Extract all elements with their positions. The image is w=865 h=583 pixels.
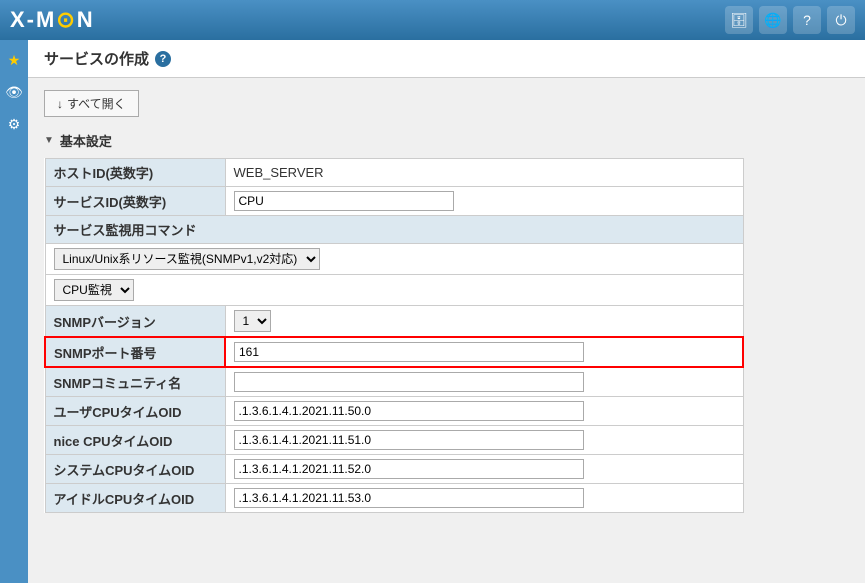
command-select2[interactable]: CPU監視 xyxy=(54,279,134,301)
command-label: サービス監視用コマンド xyxy=(45,216,743,244)
snmp-version-label: SNMPバージョン xyxy=(45,306,225,338)
sidebar-item-settings[interactable]: ⚙ xyxy=(2,112,26,136)
idle-cpu-label: アイドルCPUタイムOID xyxy=(45,484,225,513)
system-cpu-input[interactable] xyxy=(234,459,584,479)
question-icon[interactable]: ? xyxy=(793,6,821,34)
snmp-version-select[interactable]: 1 xyxy=(234,310,271,332)
snmp-community-row: SNMPコミュニティ名 xyxy=(45,367,743,397)
nice-cpu-value-cell xyxy=(225,426,743,455)
expand-all-button[interactable]: ↓ すべて開く xyxy=(44,90,139,117)
snmp-port-label: SNMPポート番号 xyxy=(45,337,225,367)
command-select2-row: CPU監視 xyxy=(45,275,743,306)
snmp-community-value-cell xyxy=(225,367,743,397)
logo-moon: ⊙ xyxy=(56,7,76,32)
section-header: ▼ 基本設定 xyxy=(44,131,849,150)
service-id-row: サービスID(英数字) xyxy=(45,187,743,216)
section-label: 基本設定 xyxy=(60,131,112,150)
idle-cpu-value-cell xyxy=(225,484,743,513)
command-select1-row: Linux/Unix系リソース監視(SNMPv1,v2対応) xyxy=(45,244,743,275)
snmp-port-row: SNMPポート番号 xyxy=(45,337,743,367)
help-icon[interactable]: ? xyxy=(155,51,171,67)
user-cpu-label: ユーザCPUタイムOID xyxy=(45,397,225,426)
host-id-row: ホストID(英数字) WEB_SERVER xyxy=(45,159,743,187)
idle-cpu-row: アイドルCPUタイムOID xyxy=(45,484,743,513)
nice-cpu-input[interactable] xyxy=(234,430,584,450)
content-area: ↓ すべて開く ▼ 基本設定 ホストID(英数字) WEB_SERVER xyxy=(28,78,865,535)
main-content: サービスの作成 ? ↓ すべて開く ▼ 基本設定 ホストID(英数字) xyxy=(28,40,865,583)
service-id-label: サービスID(英数字) xyxy=(45,187,225,216)
host-id-label: ホストID(英数字) xyxy=(45,159,225,187)
nice-cpu-label: nice CPUタイムOID xyxy=(45,426,225,455)
section-triangle-icon: ▼ xyxy=(44,135,54,146)
system-cpu-row: システムCPUタイムOID xyxy=(45,455,743,484)
page-title: サービスの作成 xyxy=(44,48,149,69)
expand-all-label: すべて開く xyxy=(67,95,126,112)
database-icon[interactable]: 🗄 xyxy=(725,6,753,34)
expand-arrow-icon: ↓ xyxy=(57,97,63,111)
basic-settings-section: ▼ 基本設定 ホストID(英数字) WEB_SERVER サービスID(英数字) xyxy=(44,131,849,513)
snmp-community-input[interactable] xyxy=(234,372,584,392)
host-id-value-cell: WEB_SERVER xyxy=(225,159,743,187)
host-id-value: WEB_SERVER xyxy=(234,165,324,180)
logo: X-M⊙N xyxy=(10,7,95,33)
logo-x: X-M xyxy=(10,7,56,32)
idle-cpu-input[interactable] xyxy=(234,488,584,508)
snmp-version-value-cell: 1 xyxy=(225,306,743,338)
form-table: ホストID(英数字) WEB_SERVER サービスID(英数字) xyxy=(44,158,744,513)
header: X-M⊙N 🗄 🌐 ? ⏻ xyxy=(0,0,865,40)
snmp-version-row: SNMPバージョン 1 xyxy=(45,306,743,338)
command-select2-cell: CPU監視 xyxy=(45,275,743,306)
sidebar-item-favorites[interactable]: ★ xyxy=(2,48,26,72)
snmp-port-value-cell xyxy=(225,337,743,367)
system-cpu-value-cell xyxy=(225,455,743,484)
user-cpu-input[interactable] xyxy=(234,401,584,421)
page-title-bar: サービスの作成 ? xyxy=(28,40,865,78)
command-select1-cell: Linux/Unix系リソース監視(SNMPv1,v2対応) xyxy=(45,244,743,275)
header-icons: 🗄 🌐 ? ⏻ xyxy=(725,6,855,34)
sidebar: ★ 👁 ⚙ xyxy=(0,40,28,583)
globe-icon[interactable]: 🌐 xyxy=(759,6,787,34)
command-select1[interactable]: Linux/Unix系リソース監視(SNMPv1,v2対応) xyxy=(54,248,320,270)
user-cpu-value-cell xyxy=(225,397,743,426)
layout: ★ 👁 ⚙ サービスの作成 ? ↓ すべて開く ▼ 基本設定 xyxy=(0,40,865,583)
user-cpu-row: ユーザCPUタイムOID xyxy=(45,397,743,426)
service-id-value-cell xyxy=(225,187,743,216)
command-label-row: サービス監視用コマンド xyxy=(45,216,743,244)
system-cpu-label: システムCPUタイムOID xyxy=(45,455,225,484)
logout-icon[interactable]: ⏻ xyxy=(827,6,855,34)
nice-cpu-row: nice CPUタイムOID xyxy=(45,426,743,455)
snmp-community-label: SNMPコミュニティ名 xyxy=(45,367,225,397)
sidebar-item-view[interactable]: 👁 xyxy=(2,80,26,104)
service-id-input[interactable] xyxy=(234,191,454,211)
snmp-port-input[interactable] xyxy=(234,342,584,362)
